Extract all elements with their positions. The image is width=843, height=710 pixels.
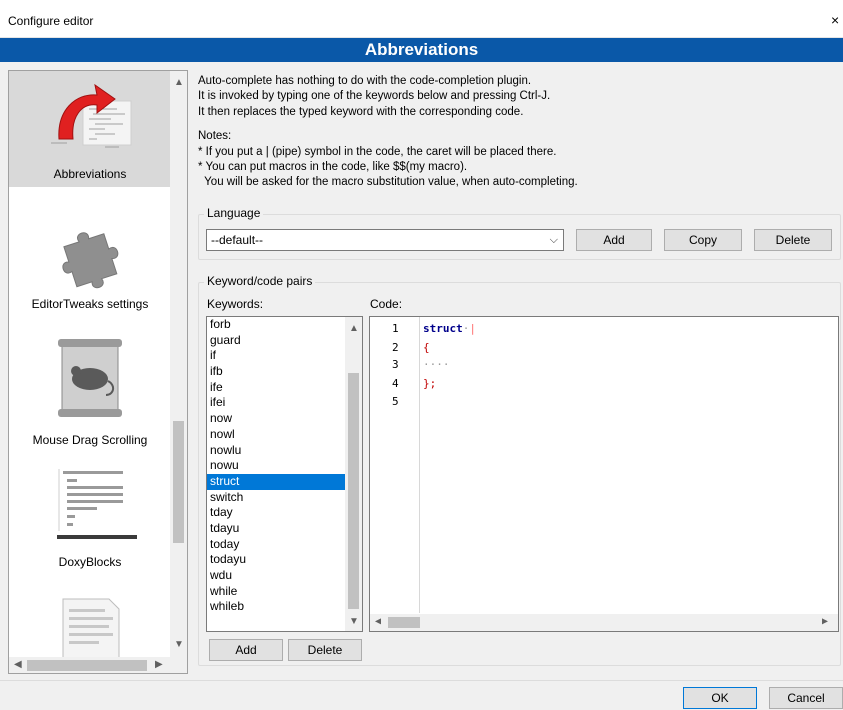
- window-title: Configure editor: [8, 14, 94, 28]
- keyword-code-pairs-group-label: Keyword/code pairs: [204, 274, 316, 288]
- chevron-down-icon[interactable]: ⌵: [550, 230, 558, 250]
- notes-title: Notes:: [198, 130, 232, 143]
- keywords-vertical-scrollbar[interactable]: ▲ ▼: [345, 317, 362, 631]
- keyword-list-item[interactable]: while: [207, 584, 345, 600]
- keyword-list-item[interactable]: todayu: [207, 552, 345, 568]
- keyword-list-item[interactable]: struct: [207, 473, 345, 490]
- note-line: * If you put a | (pipe) symbol in the co…: [198, 145, 557, 158]
- line-number: 5: [392, 395, 399, 408]
- keyword-list-item[interactable]: wdu: [207, 568, 345, 584]
- scroll-left-arrow-icon[interactable]: ◀: [375, 616, 381, 627]
- title-bar: Configure editor ×: [0, 0, 843, 38]
- description-line: It then replaces the typed keyword with …: [198, 105, 524, 118]
- settings-category-list[interactable]: Abbreviations EditorTweaks settings Mous…: [8, 70, 188, 674]
- scrollbar-thumb[interactable]: [173, 421, 184, 543]
- line-number: 1: [392, 322, 399, 335]
- keywords-listbox[interactable]: forb guard if ifb ife ifei now nowl nowlu nowu str…: [206, 316, 363, 632]
- keyword-delete-button[interactable]: Delete: [288, 639, 362, 661]
- keyword-list-item[interactable]: tday: [207, 505, 345, 521]
- note-line: * You can put macros in the code, like $…: [198, 161, 468, 174]
- keyword-list-item[interactable]: ifei: [207, 395, 345, 411]
- sidebar-item-abbreviations[interactable]: Abbreviations: [9, 71, 171, 187]
- sidebar-horizontal-scrollbar[interactable]: ◀ ▶: [9, 657, 187, 673]
- scroll-left-arrow-icon[interactable]: ◀: [14, 659, 22, 670]
- keyword-items: forb guard if ifb ife ifei now nowl nowlu nowu str…: [207, 317, 362, 615]
- language-add-button[interactable]: Add: [576, 229, 652, 251]
- ok-button[interactable]: OK: [683, 687, 757, 709]
- description-line: Auto-complete has nothing to do with the…: [198, 75, 532, 87]
- cancel-button[interactable]: Cancel: [769, 687, 843, 709]
- scroll-right-arrow-icon[interactable]: ▶: [155, 659, 163, 670]
- keyword-list-item[interactable]: tdayu: [207, 521, 345, 537]
- line-number-gutter: 1 2 3 4 5: [370, 317, 420, 613]
- close-icon[interactable]: ×: [831, 12, 839, 28]
- scrollbar-thumb[interactable]: [27, 660, 147, 671]
- language-copy-button[interactable]: Copy: [664, 229, 742, 251]
- puzzle-icon: [62, 232, 119, 289]
- mouse-scroll-icon: [58, 339, 122, 417]
- language-select-value: --default--: [211, 233, 264, 247]
- language-select[interactable]: --default-- ⌵: [206, 229, 564, 251]
- keyword-list-item[interactable]: if: [207, 348, 345, 364]
- scroll-down-arrow-icon[interactable]: ▼: [174, 639, 184, 650]
- sidebar-item-document[interactable]: [9, 591, 171, 659]
- code-semicolon: ;: [429, 377, 437, 390]
- abbreviations-icon: [51, 83, 132, 148]
- caret-marker: |: [469, 322, 476, 335]
- keyword-list-item[interactable]: forb: [207, 317, 345, 333]
- scroll-up-arrow-icon[interactable]: ▲: [349, 323, 359, 334]
- sidebar-vertical-scrollbar[interactable]: ▲ ▼: [170, 71, 187, 657]
- keyword-list-item[interactable]: now: [207, 411, 345, 427]
- note-line: You will be asked for the macro substitu…: [198, 176, 578, 189]
- page-title: Abbreviations: [0, 38, 843, 62]
- keyword-list-item[interactable]: ifb: [207, 364, 345, 380]
- code-line: };: [423, 377, 436, 390]
- description-line: It is invoked by typing one of the keywo…: [198, 90, 551, 103]
- keyword-list-item[interactable]: switch: [207, 490, 345, 506]
- sidebar-item-editortweaks[interactable]: EditorTweaks settings: [9, 201, 171, 311]
- code-keyword: struct: [423, 322, 463, 335]
- keyword-add-button[interactable]: Add: [209, 639, 283, 661]
- keyword-list-item[interactable]: today: [207, 537, 345, 553]
- sidebar-item-doxyblocks[interactable]: DoxyBlocks: [9, 463, 171, 579]
- keyword-list-item[interactable]: whileb: [207, 599, 345, 615]
- sidebar-item-mouse-drag-scrolling[interactable]: Mouse Drag Scrolling: [9, 329, 171, 449]
- keyword-list-item[interactable]: nowu: [207, 458, 345, 474]
- code-editor[interactable]: 1 2 3 4 5 struct·| { ···· }; ◀ ▶: [369, 316, 839, 632]
- scroll-up-arrow-icon[interactable]: ▲: [174, 77, 184, 88]
- keyword-list-item[interactable]: guard: [207, 333, 345, 349]
- sidebar-item-label: Mouse Drag Scrolling: [32, 433, 148, 447]
- sidebar-item-label: Abbreviations: [53, 167, 127, 181]
- keyword-list-item[interactable]: ife: [207, 380, 345, 396]
- line-number: 4: [392, 377, 399, 390]
- code-line: ····: [423, 358, 450, 371]
- scrollbar-thumb[interactable]: [348, 373, 359, 609]
- language-group-label: Language: [204, 206, 264, 220]
- description-text: Auto-complete has nothing to do with the…: [198, 74, 578, 191]
- language-delete-button[interactable]: Delete: [754, 229, 832, 251]
- code-label: Code:: [370, 297, 403, 311]
- line-number: 3: [392, 358, 399, 371]
- scroll-down-arrow-icon[interactable]: ▼: [349, 616, 359, 627]
- code-horizontal-scrollbar[interactable]: ◀ ▶: [370, 614, 838, 631]
- sidebar-item-label: DoxyBlocks: [58, 555, 122, 569]
- doxyblocks-icon: [53, 467, 143, 547]
- sidebar-item-label: EditorTweaks settings: [31, 297, 149, 311]
- keyword-list-item[interactable]: nowl: [207, 427, 345, 443]
- scroll-right-arrow-icon[interactable]: ▶: [822, 616, 828, 627]
- scrollbar-thumb[interactable]: [388, 617, 420, 628]
- code-line: struct·|: [423, 322, 476, 335]
- keywords-label: Keywords:: [207, 297, 264, 311]
- code-brace: }: [423, 377, 430, 390]
- code-line: {: [423, 341, 430, 354]
- document-icon: [62, 598, 120, 659]
- line-number: 2: [392, 341, 399, 354]
- keyword-list-item[interactable]: nowlu: [207, 443, 345, 459]
